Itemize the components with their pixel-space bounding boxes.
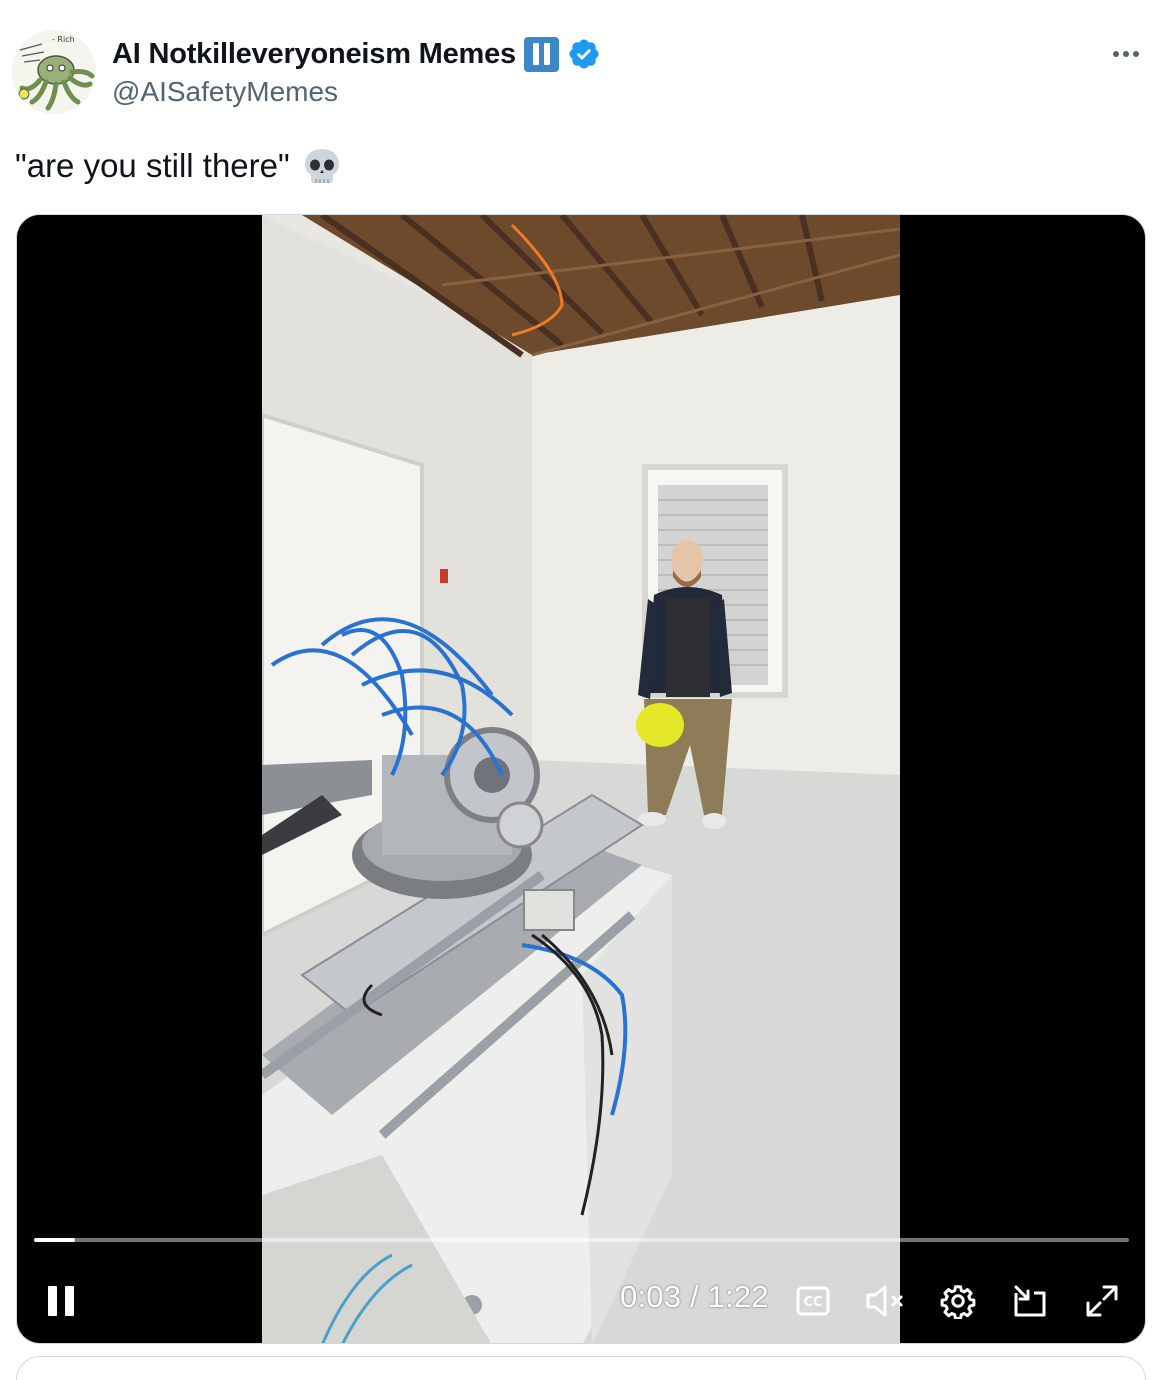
tweet: - Rich AI Notkilleveryoneism Memes @AISa… xyxy=(0,0,1163,1380)
video-player[interactable]: 0:03 / 1:22 CC xyxy=(16,214,1146,1344)
captions-icon: CC xyxy=(796,1286,830,1316)
octopus-doodle-avatar-icon: - Rich xyxy=(12,30,96,114)
pause-icon xyxy=(523,36,559,72)
video-progress-bar[interactable] xyxy=(34,1238,1129,1242)
author-handle[interactable]: @AISafetyMemes xyxy=(112,76,338,108)
fullscreen-button[interactable] xyxy=(1081,1281,1123,1321)
video-time: 0:03 / 1:22 xyxy=(620,1279,769,1315)
skull-emoji-icon xyxy=(304,149,339,183)
video-elapsed: 0:03 xyxy=(620,1279,682,1314)
fullscreen-icon xyxy=(1086,1285,1118,1317)
video-time-separator: / xyxy=(689,1279,699,1314)
mute-button[interactable] xyxy=(863,1281,909,1321)
video-progress-fill xyxy=(34,1238,75,1242)
pause-button[interactable] xyxy=(41,1281,81,1321)
video-controls: 0:03 / 1:22 CC xyxy=(17,1273,1145,1327)
more-options-icon[interactable] xyxy=(1109,40,1143,68)
muted-speaker-icon xyxy=(866,1285,903,1317)
verified-badge-icon[interactable] xyxy=(567,37,601,71)
settings-button[interactable] xyxy=(937,1281,979,1321)
tweet-text: "are you still there" xyxy=(15,144,342,188)
quoted-card-edge xyxy=(16,1356,1146,1380)
picture-in-picture-icon xyxy=(1014,1285,1046,1317)
video-still-robot-room xyxy=(262,215,900,1343)
settings-gear-icon xyxy=(940,1285,976,1319)
svg-text:- Rich: - Rich xyxy=(52,35,75,44)
video-frame xyxy=(262,215,900,1343)
author-display-name[interactable]: AI Notkilleveryoneism Memes xyxy=(112,38,516,71)
picture-in-picture-button[interactable] xyxy=(1009,1281,1051,1321)
tweet-text-content: "are you still there" xyxy=(15,147,290,184)
video-duration: 1:22 xyxy=(707,1279,769,1314)
author-name-row: AI Notkilleveryoneism Memes xyxy=(112,34,601,74)
author-avatar[interactable]: - Rich xyxy=(12,30,96,114)
pause-icon xyxy=(48,1286,74,1316)
captions-button[interactable]: CC xyxy=(793,1281,833,1321)
svg-text:CC: CC xyxy=(803,1295,822,1310)
